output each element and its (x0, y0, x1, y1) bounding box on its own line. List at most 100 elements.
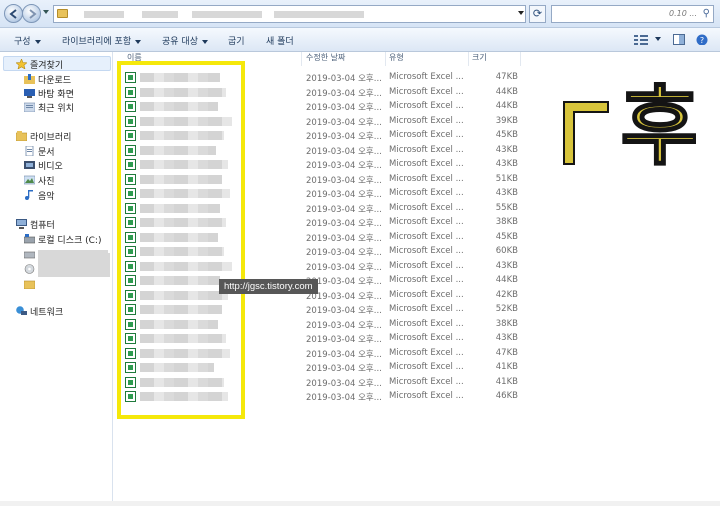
file-date: 2019-03-04 오후... (306, 146, 382, 157)
file-type: Microsoft Excel ... (389, 391, 464, 401)
back-button[interactable] (4, 4, 23, 23)
folder-icon (57, 9, 68, 18)
address-dropdown-icon[interactable] (518, 11, 524, 15)
file-date: 2019-03-04 오후... (306, 175, 382, 186)
file-size: 52KB (495, 304, 518, 314)
file-size: 41KB (495, 362, 518, 372)
nav-label: 네트워크 (30, 308, 64, 318)
view-dropdown[interactable] (651, 34, 661, 44)
nav-label: 사진 (38, 177, 55, 187)
search-icon: ⚲ (702, 8, 710, 19)
column-header-label: 크기 (472, 53, 487, 62)
nav-label: 바탕 화면 (38, 90, 74, 100)
burn-label: 굽기 (228, 37, 245, 47)
file-size: 45KB (495, 130, 518, 140)
file-size: 60KB (495, 246, 518, 256)
nav-label: 다운로드 (38, 76, 72, 86)
file-size: 44KB (495, 86, 518, 97)
burn-button[interactable]: 굽기 (228, 34, 245, 47)
file-size: 46KB (495, 391, 518, 401)
column-header-label: 수정한 날짜 (306, 53, 346, 62)
disc-icon (24, 264, 35, 274)
file-size: 43KB (495, 159, 518, 169)
search-input[interactable]: 0.10 ... ⚲ (551, 5, 714, 23)
chevron-down-icon (135, 39, 142, 44)
file-date: 2019-03-04 오후... (306, 262, 382, 273)
file-type: Microsoft Excel ... (389, 376, 464, 387)
folder-icon (24, 280, 35, 289)
view-options-icon[interactable] (634, 34, 648, 45)
refresh-icon: ⟳ (532, 7, 543, 20)
file-date: 2019-03-04 오후... (306, 349, 382, 360)
file-type: Microsoft Excel ... (389, 246, 464, 256)
nav-label: 컴퓨터 (30, 221, 55, 231)
desktop-icon (24, 89, 35, 98)
file-date: 2019-03-04 오후... (306, 117, 382, 128)
drive-icon (24, 234, 35, 244)
downloads-folder-icon (24, 74, 35, 84)
file-type: Microsoft Excel ... (389, 304, 464, 314)
column-divider[interactable] (385, 52, 386, 66)
column-header-size[interactable]: 크기 (472, 52, 487, 66)
recent-places-icon (24, 102, 35, 112)
file-date: 2019-03-04 오후... (306, 378, 382, 389)
libraries-icon (16, 131, 27, 141)
column-divider[interactable] (301, 52, 302, 66)
forward-arrow-icon (29, 9, 37, 19)
share-with-button[interactable]: 공유 대상 (162, 34, 208, 47)
file-type: Microsoft Excel ... (389, 144, 464, 155)
watermark-label: http://jgsc.tistory.com (219, 279, 318, 294)
file-date: 2019-03-04 오후... (306, 335, 382, 345)
corner-bracket (563, 101, 609, 165)
nav-label: 음악 (38, 192, 55, 202)
file-size: 47KB (495, 347, 518, 358)
include-library-button[interactable]: 라이브러리에 포함 (62, 34, 142, 47)
network-icon (16, 306, 27, 315)
computer-icon (16, 219, 27, 229)
music-icon (25, 190, 33, 200)
bottom-edge (0, 501, 720, 506)
file-size: 43KB (495, 260, 518, 271)
refresh-button[interactable]: ⟳ (529, 5, 546, 23)
preview-pane-icon[interactable] (673, 34, 685, 45)
column-header-type[interactable]: 유형 (389, 52, 404, 66)
file-type: Microsoft Excel ... (389, 86, 464, 97)
file-date: 2019-03-04 오후... (306, 88, 382, 99)
nav-label: 최근 위치 (38, 104, 74, 114)
help-icon[interactable]: ? (696, 34, 708, 45)
drive-icon (24, 251, 35, 259)
file-type: Microsoft Excel ... (389, 260, 464, 271)
file-type: Microsoft Excel ... (389, 130, 464, 140)
column-divider[interactable] (468, 52, 469, 66)
history-dropdown-icon[interactable] (43, 10, 49, 14)
file-type: Microsoft Excel ... (389, 362, 464, 372)
navigation-pane: 즐겨찾기 다운로드 바탕 화면 최근 위치 라이브러리 문서 비디오 사진 음악… (0, 52, 113, 506)
file-size: 38KB (495, 318, 518, 329)
file-date: 2019-03-04 오후... (306, 74, 382, 84)
file-size: 55KB (495, 202, 518, 213)
file-type: Microsoft Excel ... (389, 347, 464, 358)
file-size: 39KB (495, 115, 518, 126)
column-header-date[interactable]: 수정한 날짜 (306, 52, 345, 66)
organize-button[interactable]: 구성 (14, 34, 41, 47)
nav-label: 라이브러리 (30, 133, 72, 143)
svg-text:?: ? (700, 36, 704, 45)
documents-icon (25, 146, 34, 156)
file-type: Microsoft Excel ... (389, 202, 464, 213)
star-icon (16, 59, 27, 69)
file-date: 2019-03-04 오후... (306, 132, 382, 142)
nav-label: 즐겨찾기 (30, 61, 64, 71)
pictures-icon (24, 175, 35, 185)
file-size: 42KB (495, 289, 518, 300)
file-date: 2019-03-04 오후... (306, 306, 382, 316)
redacted-path (192, 11, 262, 18)
organize-label: 구성 (14, 37, 31, 47)
forward-button[interactable] (22, 4, 41, 23)
file-type: Microsoft Excel ... (389, 173, 464, 184)
new-folder-button[interactable]: 새 폴더 (266, 34, 294, 47)
file-size: 44KB (495, 275, 518, 285)
redacted-path (142, 11, 178, 18)
column-divider[interactable] (520, 52, 521, 66)
file-date: 2019-03-04 오후... (306, 320, 382, 331)
address-input[interactable] (53, 5, 526, 23)
